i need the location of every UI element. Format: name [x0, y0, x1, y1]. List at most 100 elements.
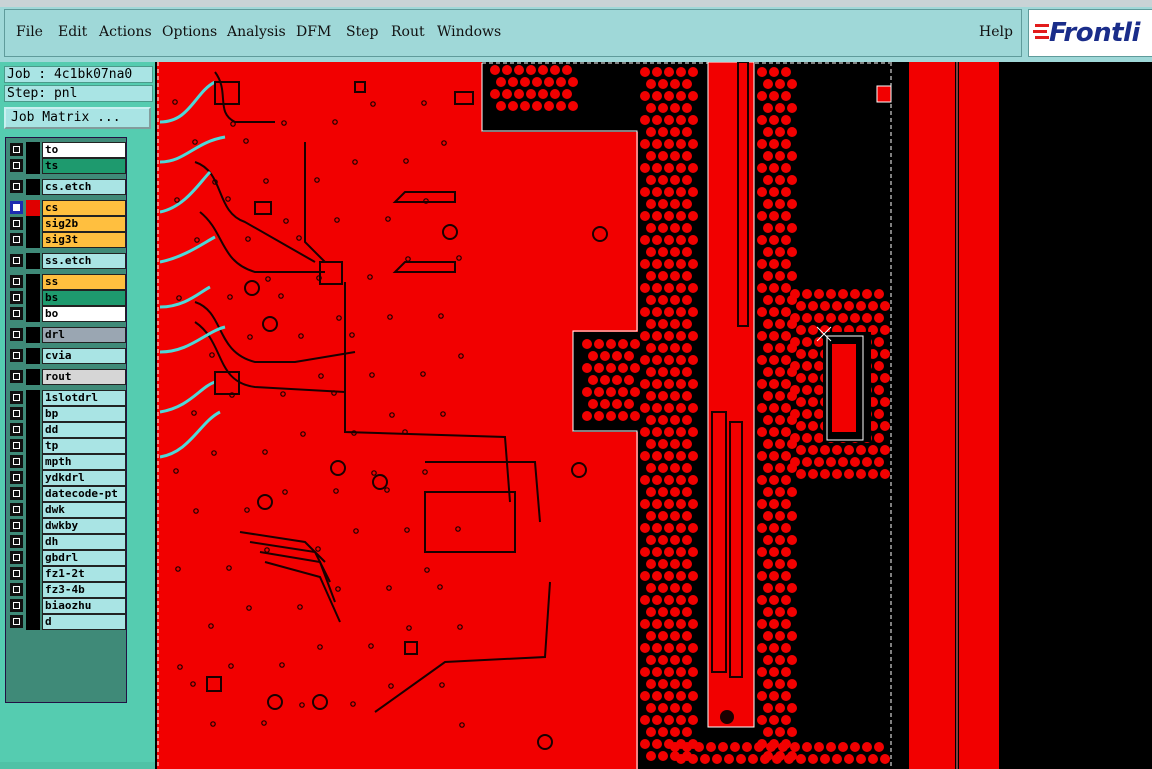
layer-checkbox[interactable]: [10, 275, 23, 288]
layer-row-rout[interactable]: rout: [8, 369, 126, 385]
layer-row-fz1-2t[interactable]: fz1-2t: [8, 566, 126, 582]
layer-color-swatch[interactable]: [26, 232, 40, 248]
menu-edit[interactable]: Edit: [58, 24, 87, 40]
layer-row-ydkdrl[interactable]: ydkdrl: [8, 470, 126, 486]
layer-color-swatch[interactable]: [26, 582, 40, 598]
layer-checkbox[interactable]: [10, 423, 23, 436]
layer-name[interactable]: ydkdrl: [42, 470, 126, 486]
layer-row-dh[interactable]: dh: [8, 534, 126, 550]
layer-name[interactable]: bs: [42, 290, 126, 306]
menu-help[interactable]: Help: [979, 24, 1013, 40]
layer-checkbox[interactable]: [10, 370, 23, 383]
layer-name[interactable]: biaozhu: [42, 598, 126, 614]
layer-checkbox[interactable]: [10, 307, 23, 320]
layer-name[interactable]: fz3-4b: [42, 582, 126, 598]
layer-name[interactable]: sig3t: [42, 232, 126, 248]
layer-name[interactable]: bp: [42, 406, 126, 422]
layer-color-swatch[interactable]: [26, 253, 40, 269]
layer-checkbox[interactable]: [10, 407, 23, 420]
layer-name[interactable]: sig2b: [42, 216, 126, 232]
layer-color-swatch[interactable]: [26, 566, 40, 582]
layer-row-to[interactable]: to: [8, 142, 126, 158]
layer-name[interactable]: dd: [42, 422, 126, 438]
layer-row-fz3-4b[interactable]: fz3-4b: [8, 582, 126, 598]
layer-row-sig2b[interactable]: sig2b: [8, 216, 126, 232]
layer-name[interactable]: mpth: [42, 454, 126, 470]
layer-name[interactable]: cs: [42, 200, 126, 216]
layer-color-swatch[interactable]: [26, 200, 40, 216]
layer-checkbox[interactable]: [10, 180, 23, 193]
layer-name[interactable]: tp: [42, 438, 126, 454]
layer-row-1slotdrl[interactable]: 1slotdrl: [8, 390, 126, 406]
menu-windows[interactable]: Windows: [437, 24, 501, 40]
layer-checkbox[interactable]: [10, 503, 23, 516]
menu-step[interactable]: Step: [346, 24, 378, 40]
layer-row-gbdrl[interactable]: gbdrl: [8, 550, 126, 566]
layer-checkbox[interactable]: [10, 143, 23, 156]
layer-checkbox[interactable]: [10, 349, 23, 362]
menu-options[interactable]: Options: [162, 24, 217, 40]
layer-name[interactable]: ts: [42, 158, 126, 174]
pcb-view[interactable]: [155, 62, 1152, 769]
layer-row-sig3t[interactable]: sig3t: [8, 232, 126, 248]
layer-row-bo[interactable]: bo: [8, 306, 126, 322]
layer-color-swatch[interactable]: [26, 348, 40, 364]
layer-color-swatch[interactable]: [26, 290, 40, 306]
layer-color-swatch[interactable]: [26, 158, 40, 174]
layer-checkbox[interactable]: [10, 291, 23, 304]
layer-checkbox[interactable]: [10, 233, 23, 246]
layer-name[interactable]: d: [42, 614, 126, 630]
layer-row-cvia[interactable]: cvia: [8, 348, 126, 364]
layer-row-bp[interactable]: bp: [8, 406, 126, 422]
layer-row-ss[interactable]: ss: [8, 274, 126, 290]
layer-checkbox[interactable]: [10, 567, 23, 580]
layer-color-swatch[interactable]: [26, 486, 40, 502]
layer-row-bs[interactable]: bs: [8, 290, 126, 306]
layer-name[interactable]: dh: [42, 534, 126, 550]
layer-name[interactable]: to: [42, 142, 126, 158]
layer-color-swatch[interactable]: [26, 369, 40, 385]
layer-checkbox[interactable]: [10, 471, 23, 484]
layer-name[interactable]: ss: [42, 274, 126, 290]
layer-color-swatch[interactable]: [26, 422, 40, 438]
layer-name[interactable]: gbdrl: [42, 550, 126, 566]
layer-color-swatch[interactable]: [26, 327, 40, 343]
layer-color-swatch[interactable]: [26, 614, 40, 630]
layer-row-cs-etch[interactable]: cs.etch: [8, 179, 126, 195]
layer-row-ts[interactable]: ts: [8, 158, 126, 174]
layer-row-biaozhu[interactable]: biaozhu: [8, 598, 126, 614]
layer-checkbox[interactable]: [10, 551, 23, 564]
layer-name[interactable]: dwk: [42, 502, 126, 518]
layer-checkbox[interactable]: [10, 519, 23, 532]
layer-color-swatch[interactable]: [26, 306, 40, 322]
menu-file[interactable]: File: [16, 24, 43, 40]
layer-checkbox[interactable]: [10, 455, 23, 468]
menu-analysis[interactable]: Analysis: [227, 24, 286, 40]
layer-color-swatch[interactable]: [26, 406, 40, 422]
layer-name[interactable]: datecode-pt: [42, 486, 126, 502]
layer-checkbox[interactable]: [10, 487, 23, 500]
menu-rout[interactable]: Rout: [391, 24, 425, 40]
layer-color-swatch[interactable]: [26, 534, 40, 550]
layer-name[interactable]: bo: [42, 306, 126, 322]
layer-color-swatch[interactable]: [26, 438, 40, 454]
layer-checkbox[interactable]: [10, 159, 23, 172]
layer-row-dd[interactable]: dd: [8, 422, 126, 438]
layer-row-ss-etch[interactable]: ss.etch: [8, 253, 126, 269]
layer-color-swatch[interactable]: [26, 502, 40, 518]
menu-actions[interactable]: Actions: [99, 24, 152, 40]
layer-color-swatch[interactable]: [26, 274, 40, 290]
job-matrix-button[interactable]: Job Matrix ...: [4, 107, 151, 129]
layer-checkbox[interactable]: [10, 201, 23, 214]
layer-color-swatch[interactable]: [26, 454, 40, 470]
layer-row-d[interactable]: d: [8, 614, 126, 630]
layer-row-mpth[interactable]: mpth: [8, 454, 126, 470]
layer-color-swatch[interactable]: [26, 598, 40, 614]
layer-checkbox[interactable]: [10, 439, 23, 452]
layer-checkbox[interactable]: [10, 328, 23, 341]
layer-color-swatch[interactable]: [26, 216, 40, 232]
layer-row-datecode-pt[interactable]: datecode-pt: [8, 486, 126, 502]
layer-name[interactable]: cs.etch: [42, 179, 126, 195]
menu-dfm[interactable]: DFM: [296, 24, 331, 40]
layer-color-swatch[interactable]: [26, 179, 40, 195]
